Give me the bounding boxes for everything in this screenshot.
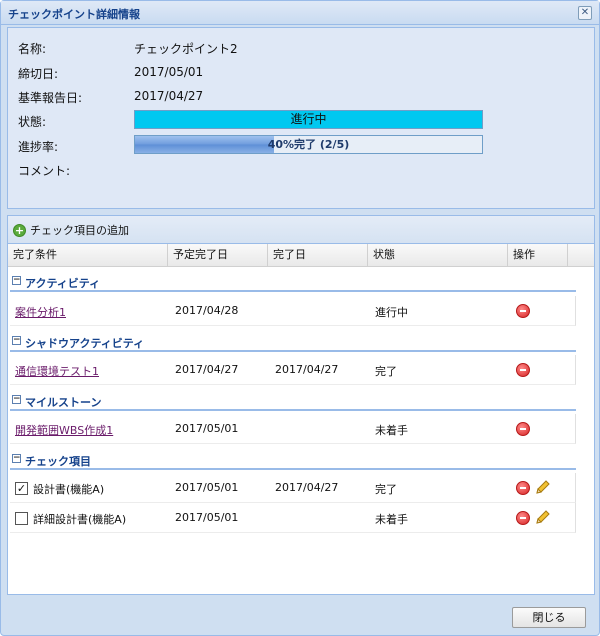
group-label: アクティビティ xyxy=(25,277,101,290)
planned-date: 2017/04/28 xyxy=(175,304,239,317)
delete-icon[interactable] xyxy=(516,363,530,377)
delete-icon[interactable] xyxy=(516,481,530,495)
name-value: チェックポイント2 xyxy=(134,42,238,56)
title-bar: チェックポイント詳細情報 ✕ xyxy=(1,1,599,25)
planned-date: 2017/05/01 xyxy=(175,422,239,435)
delete-icon[interactable] xyxy=(516,304,530,318)
column-header-done-date[interactable]: 完了日 xyxy=(268,244,368,266)
add-check-item-button[interactable]: + チェック項目の追加 xyxy=(13,222,129,238)
check-item-name: 設計書(機能A) xyxy=(33,483,105,496)
table-row: ✓ 設計書(機能A) 2017/05/01 2017/04/27 完了 xyxy=(10,473,576,503)
checkpoint-detail-window: チェックポイント詳細情報 ✕ 名称: チェックポイント2 締切日: 2017/0… xyxy=(0,0,600,636)
delete-icon[interactable] xyxy=(516,511,530,525)
group-header-milestone[interactable]: − マイルストーン xyxy=(10,391,576,411)
table-row: 案件分析1 2017/04/28 進行中 xyxy=(10,296,576,326)
minus-toggle-icon[interactable]: − xyxy=(12,454,21,463)
delete-icon[interactable] xyxy=(516,422,530,436)
column-header-planned-date[interactable]: 予定完了日 xyxy=(168,244,268,266)
group-header-activity[interactable]: − アクティビティ xyxy=(10,272,576,292)
pencil-icon[interactable] xyxy=(535,509,551,525)
grid-header: 完了条件 予定完了日 完了日 状態 操作 xyxy=(8,244,594,267)
status-text: 完了 xyxy=(375,483,397,496)
condition-link[interactable]: 案件分析1 xyxy=(15,304,66,320)
add-check-item-label: チェック項目の追加 xyxy=(30,224,129,237)
report-date-value: 2017/04/27 xyxy=(134,89,204,103)
pencil-icon[interactable] xyxy=(535,479,551,495)
planned-date: 2017/05/01 xyxy=(175,481,239,494)
progress-label: 進捗率: xyxy=(18,140,59,154)
check-item-checkbox[interactable] xyxy=(15,512,28,525)
group-label: チェック項目 xyxy=(25,455,91,468)
table-row: 通信環境テスト1 2017/04/27 2017/04/27 完了 xyxy=(10,355,576,385)
deadline-label: 締切日: xyxy=(18,67,59,81)
table-row: 詳細設計書(機能A) 2017/05/01 未着手 xyxy=(10,503,576,533)
report-date-label: 基準報告日: xyxy=(18,91,83,105)
condition-link[interactable]: 開発範囲WBS作成1 xyxy=(15,422,113,438)
minus-toggle-icon[interactable]: − xyxy=(12,276,21,285)
status-label: 状態: xyxy=(18,115,47,129)
close-button[interactable]: 閉じる xyxy=(512,607,586,628)
grid-toolbar: + チェック項目の追加 xyxy=(8,216,594,244)
column-header-actions[interactable]: 操作 xyxy=(508,244,568,266)
done-date: 2017/04/27 xyxy=(275,481,339,494)
status-text: 未着手 xyxy=(375,424,408,437)
progress-text: 40%完了 (2/5) xyxy=(267,138,350,151)
group-label: マイルストーン xyxy=(25,396,102,409)
status-text: 進行中 xyxy=(375,306,408,319)
status-text: 未着手 xyxy=(375,513,408,526)
planned-date: 2017/04/27 xyxy=(175,363,239,376)
planned-date: 2017/05/01 xyxy=(175,511,239,524)
group-label: シャドウアクティビティ xyxy=(25,337,145,350)
check-item-checkbox[interactable]: ✓ xyxy=(15,482,28,495)
column-header-status[interactable]: 状態 xyxy=(368,244,508,266)
check-item-name: 詳細設計書(機能A) xyxy=(33,513,127,526)
add-icon: + xyxy=(13,223,26,237)
window-title: チェックポイント詳細情報 xyxy=(8,8,140,21)
column-header-condition[interactable]: 完了条件 xyxy=(8,244,168,266)
group-header-check-items[interactable]: − チェック項目 xyxy=(10,450,576,470)
info-panel: 名称: チェックポイント2 締切日: 2017/05/01 基準報告日: 201… xyxy=(7,27,595,209)
progress-bar: 40%完了 (2/5) xyxy=(134,135,483,154)
group-header-shadow-activity[interactable]: − シャドウアクティビティ xyxy=(10,332,576,352)
done-date: 2017/04/27 xyxy=(275,363,339,376)
checklist-grid: + チェック項目の追加 完了条件 予定完了日 完了日 状態 操作 − アクティビ… xyxy=(7,215,595,595)
condition-link[interactable]: 通信環境テスト1 xyxy=(15,363,99,379)
deadline-value: 2017/05/01 xyxy=(134,65,204,79)
table-row: 開発範囲WBS作成1 2017/05/01 未着手 xyxy=(10,414,576,444)
comment-label: コメント: xyxy=(18,164,71,178)
minus-toggle-icon[interactable]: − xyxy=(12,395,21,404)
name-label: 名称: xyxy=(18,42,47,56)
close-icon[interactable]: ✕ xyxy=(578,6,592,20)
status-text: 完了 xyxy=(375,365,397,378)
minus-toggle-icon[interactable]: − xyxy=(12,336,21,345)
status-bar: 進行中 xyxy=(134,110,483,129)
